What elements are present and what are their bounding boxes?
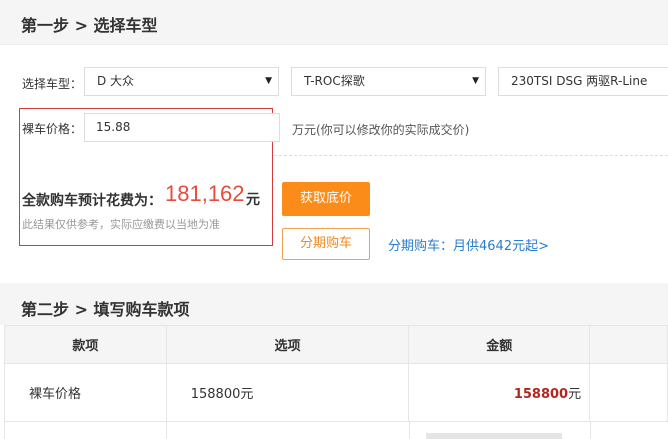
total-amount: 181,162: [165, 181, 245, 206]
series-select[interactable]: T-ROC探歌 ▼: [291, 67, 486, 96]
option-select-partial[interactable]: [426, 433, 562, 439]
step2-title: 第二步 > 填写购车款项: [21, 300, 190, 319]
row-amount-unit: 元: [568, 387, 582, 402]
table-header-row: 款项 选项 金额: [4, 325, 668, 364]
column-header-amount: 金额: [408, 325, 591, 364]
row-extra: [589, 363, 668, 422]
column-header-extra: [589, 325, 668, 364]
trim-select[interactable]: 230TSI DSG 两驱R-Line: [498, 67, 668, 96]
step1-title: 第一步 > 选择车型: [21, 16, 158, 35]
price-hint: 万元(你可以修改你的实际成交价): [292, 123, 470, 137]
total-label: 全款购车预计花费为：: [22, 193, 162, 209]
installment-link[interactable]: 分期购车：月供4642元起>: [388, 235, 549, 254]
trim-select-value: 230TSI DSG 两驱R-Line: [511, 74, 648, 88]
chevron-down-icon: ▼: [265, 76, 272, 86]
brand-select-value: D 大众: [97, 74, 135, 88]
disclaimer-text: 此结果仅供参考，实际应缴费以当地为准: [22, 218, 220, 231]
column-header-option: 选项: [165, 325, 410, 364]
column-header-item: 款项: [4, 325, 167, 364]
table-row-partial: [4, 421, 668, 439]
price-label: 裸车价格：: [22, 122, 83, 136]
brand-select[interactable]: D 大众 ▼: [84, 67, 279, 96]
row-item: 裸车价格: [4, 363, 167, 422]
payment-table: 款项 选项 金额 裸车价格 158800元 158800元: [4, 325, 668, 422]
price-input[interactable]: 15.88: [84, 113, 280, 142]
divider: [274, 155, 668, 156]
total-unit: 元: [246, 192, 260, 208]
row-option: 158800元: [165, 363, 410, 422]
get-price-button[interactable]: 获取底价: [282, 182, 370, 216]
row-amount: 158800元: [408, 363, 591, 422]
table-row: 裸车价格 158800元 158800元: [4, 363, 668, 422]
series-select-value: T-ROC探歌: [304, 74, 365, 88]
row-amount-value: 158800: [513, 387, 569, 402]
model-label: 选择车型：: [22, 77, 83, 91]
chevron-down-icon: ▼: [472, 76, 479, 86]
installment-button[interactable]: 分期购车: [282, 228, 370, 260]
